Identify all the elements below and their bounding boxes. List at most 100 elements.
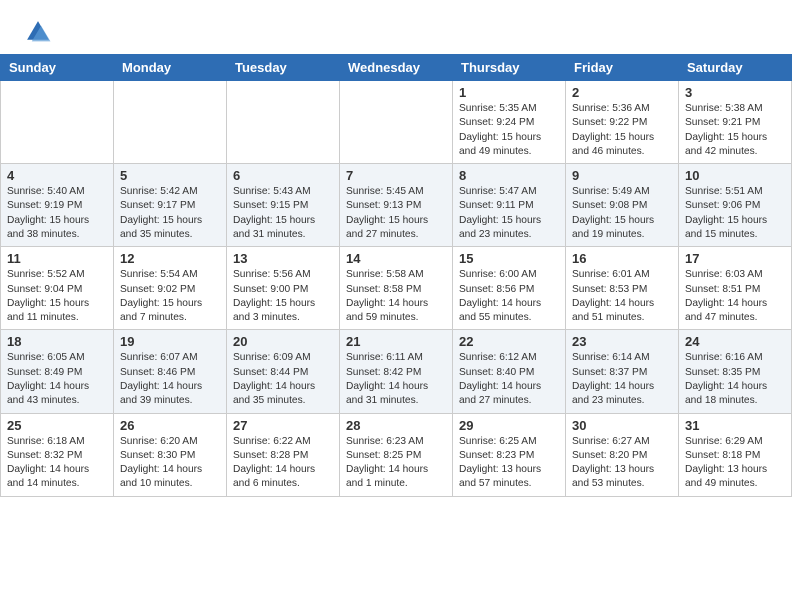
- day-number: 31: [685, 418, 785, 433]
- calendar-cell: 3 Sunrise: 5:38 AM Sunset: 9:21 PM Daylig…: [679, 81, 792, 164]
- day-number: 22: [459, 334, 559, 349]
- day-info: Sunrise: 5:36 AM Sunset: 9:22 PM Dayligh…: [572, 102, 672, 159]
- calendar-week-row: 25 Sunrise: 6:18 AM Sunset: 8:32 PM Dayli…: [1, 413, 792, 496]
- calendar-cell: [227, 81, 340, 164]
- calendar-table: SundayMondayTuesdayWednesdayThursdayFrid…: [0, 54, 792, 497]
- day-info: Sunrise: 5:43 AM Sunset: 9:15 PM Dayligh…: [233, 185, 333, 242]
- day-info: Sunrise: 5:51 AM Sunset: 9:06 PM Dayligh…: [685, 185, 785, 242]
- day-info: Sunrise: 6:18 AM Sunset: 8:32 PM Dayligh…: [7, 435, 107, 492]
- day-number: 4: [7, 168, 107, 183]
- day-number: 20: [233, 334, 333, 349]
- day-info: Sunrise: 6:16 AM Sunset: 8:35 PM Dayligh…: [685, 351, 785, 408]
- day-number: 28: [346, 418, 446, 433]
- day-of-week-header: Sunday: [1, 55, 114, 81]
- day-info: Sunrise: 6:20 AM Sunset: 8:30 PM Dayligh…: [120, 435, 220, 492]
- day-of-week-header: Thursday: [453, 55, 566, 81]
- day-info: Sunrise: 5:38 AM Sunset: 9:21 PM Dayligh…: [685, 102, 785, 159]
- calendar-cell: 19 Sunrise: 6:07 AM Sunset: 8:46 PM Dayli…: [114, 330, 227, 413]
- calendar-cell: 30 Sunrise: 6:27 AM Sunset: 8:20 PM Dayli…: [566, 413, 679, 496]
- logo: [24, 18, 56, 46]
- day-of-week-header: Friday: [566, 55, 679, 81]
- day-of-week-header: Monday: [114, 55, 227, 81]
- day-number: 27: [233, 418, 333, 433]
- calendar-cell: 16 Sunrise: 6:01 AM Sunset: 8:53 PM Dayli…: [566, 247, 679, 330]
- day-number: 26: [120, 418, 220, 433]
- day-info: Sunrise: 6:00 AM Sunset: 8:56 PM Dayligh…: [459, 268, 559, 325]
- calendar-cell: 4 Sunrise: 5:40 AM Sunset: 9:19 PM Daylig…: [1, 164, 114, 247]
- day-number: 19: [120, 334, 220, 349]
- day-info: Sunrise: 6:07 AM Sunset: 8:46 PM Dayligh…: [120, 351, 220, 408]
- day-info: Sunrise: 6:22 AM Sunset: 8:28 PM Dayligh…: [233, 435, 333, 492]
- day-number: 10: [685, 168, 785, 183]
- day-info: Sunrise: 6:03 AM Sunset: 8:51 PM Dayligh…: [685, 268, 785, 325]
- calendar-cell: [114, 81, 227, 164]
- calendar-cell: [340, 81, 453, 164]
- calendar-cell: 6 Sunrise: 5:43 AM Sunset: 9:15 PM Daylig…: [227, 164, 340, 247]
- calendar-week-row: 1Sunrise: 5:35 AM Sunset: 9:24 PM Daylig…: [1, 81, 792, 164]
- calendar-week-row: 11Sunrise: 5:52 AM Sunset: 9:04 PM Dayli…: [1, 247, 792, 330]
- day-number: 8: [459, 168, 559, 183]
- day-info: Sunrise: 5:42 AM Sunset: 9:17 PM Dayligh…: [120, 185, 220, 242]
- calendar-cell: 15 Sunrise: 6:00 AM Sunset: 8:56 PM Dayli…: [453, 247, 566, 330]
- day-number: 5: [120, 168, 220, 183]
- calendar-cell: 11Sunrise: 5:52 AM Sunset: 9:04 PM Dayli…: [1, 247, 114, 330]
- calendar-cell: 31 Sunrise: 6:29 AM Sunset: 8:18 PM Dayli…: [679, 413, 792, 496]
- day-number: 18: [7, 334, 107, 349]
- day-number: 3: [685, 85, 785, 100]
- day-info: Sunrise: 5:49 AM Sunset: 9:08 PM Dayligh…: [572, 185, 672, 242]
- logo-icon: [24, 18, 52, 46]
- day-number: 9: [572, 168, 672, 183]
- day-number: 30: [572, 418, 672, 433]
- calendar-cell: 28 Sunrise: 6:23 AM Sunset: 8:25 PM Dayli…: [340, 413, 453, 496]
- day-info: Sunrise: 5:45 AM Sunset: 9:13 PM Dayligh…: [346, 185, 446, 242]
- calendar-cell: 26 Sunrise: 6:20 AM Sunset: 8:30 PM Dayli…: [114, 413, 227, 496]
- day-info: Sunrise: 6:09 AM Sunset: 8:44 PM Dayligh…: [233, 351, 333, 408]
- day-number: 29: [459, 418, 559, 433]
- day-info: Sunrise: 6:27 AM Sunset: 8:20 PM Dayligh…: [572, 435, 672, 492]
- calendar-cell: 14 Sunrise: 5:58 AM Sunset: 8:58 PM Dayli…: [340, 247, 453, 330]
- calendar-cell: 5 Sunrise: 5:42 AM Sunset: 9:17 PM Daylig…: [114, 164, 227, 247]
- day-number: 25: [7, 418, 107, 433]
- day-info: Sunrise: 6:25 AM Sunset: 8:23 PM Dayligh…: [459, 435, 559, 492]
- page-header: [0, 0, 792, 54]
- calendar-cell: [1, 81, 114, 164]
- day-info: Sunrise: 5:40 AM Sunset: 9:19 PM Dayligh…: [7, 185, 107, 242]
- calendar-cell: 12 Sunrise: 5:54 AM Sunset: 9:02 PM Dayli…: [114, 247, 227, 330]
- day-number: 7: [346, 168, 446, 183]
- calendar-cell: 13Sunrise: 5:56 AM Sunset: 9:00 PM Dayli…: [227, 247, 340, 330]
- day-info: Sunrise: 6:14 AM Sunset: 8:37 PM Dayligh…: [572, 351, 672, 408]
- day-info: Sunrise: 5:52 AM Sunset: 9:04 PM Dayligh…: [7, 268, 107, 325]
- day-number: 24: [685, 334, 785, 349]
- day-of-week-header: Saturday: [679, 55, 792, 81]
- day-number: 6: [233, 168, 333, 183]
- day-info: Sunrise: 5:58 AM Sunset: 8:58 PM Dayligh…: [346, 268, 446, 325]
- day-info: Sunrise: 6:29 AM Sunset: 8:18 PM Dayligh…: [685, 435, 785, 492]
- day-of-week-header: Wednesday: [340, 55, 453, 81]
- calendar-cell: 20 Sunrise: 6:09 AM Sunset: 8:44 PM Dayli…: [227, 330, 340, 413]
- day-info: Sunrise: 6:11 AM Sunset: 8:42 PM Dayligh…: [346, 351, 446, 408]
- day-info: Sunrise: 6:23 AM Sunset: 8:25 PM Dayligh…: [346, 435, 446, 492]
- day-number: 17: [685, 251, 785, 266]
- day-of-week-header: Tuesday: [227, 55, 340, 81]
- calendar-cell: 18 Sunrise: 6:05 AM Sunset: 8:49 PM Dayli…: [1, 330, 114, 413]
- calendar-cell: 8Sunrise: 5:47 AM Sunset: 9:11 PM Daylig…: [453, 164, 566, 247]
- day-number: 16: [572, 251, 672, 266]
- calendar-cell: 24 Sunrise: 6:16 AM Sunset: 8:35 PM Dayli…: [679, 330, 792, 413]
- day-number: 12: [120, 251, 220, 266]
- day-info: Sunrise: 5:54 AM Sunset: 9:02 PM Dayligh…: [120, 268, 220, 325]
- day-info: Sunrise: 6:01 AM Sunset: 8:53 PM Dayligh…: [572, 268, 672, 325]
- day-info: Sunrise: 6:12 AM Sunset: 8:40 PM Dayligh…: [459, 351, 559, 408]
- day-info: Sunrise: 5:35 AM Sunset: 9:24 PM Dayligh…: [459, 102, 559, 159]
- calendar-cell: 2 Sunrise: 5:36 AM Sunset: 9:22 PM Daylig…: [566, 81, 679, 164]
- day-number: 15: [459, 251, 559, 266]
- day-number: 23: [572, 334, 672, 349]
- day-info: Sunrise: 6:05 AM Sunset: 8:49 PM Dayligh…: [7, 351, 107, 408]
- day-number: 14: [346, 251, 446, 266]
- calendar-cell: 25 Sunrise: 6:18 AM Sunset: 8:32 PM Dayli…: [1, 413, 114, 496]
- day-number: 21: [346, 334, 446, 349]
- calendar-cell: 22 Sunrise: 6:12 AM Sunset: 8:40 PM Dayli…: [453, 330, 566, 413]
- day-info: Sunrise: 5:56 AM Sunset: 9:00 PM Dayligh…: [233, 268, 333, 325]
- day-number: 2: [572, 85, 672, 100]
- calendar-cell: 9 Sunrise: 5:49 AM Sunset: 9:08 PM Daylig…: [566, 164, 679, 247]
- calendar-cell: 10 Sunrise: 5:51 AM Sunset: 9:06 PM Dayli…: [679, 164, 792, 247]
